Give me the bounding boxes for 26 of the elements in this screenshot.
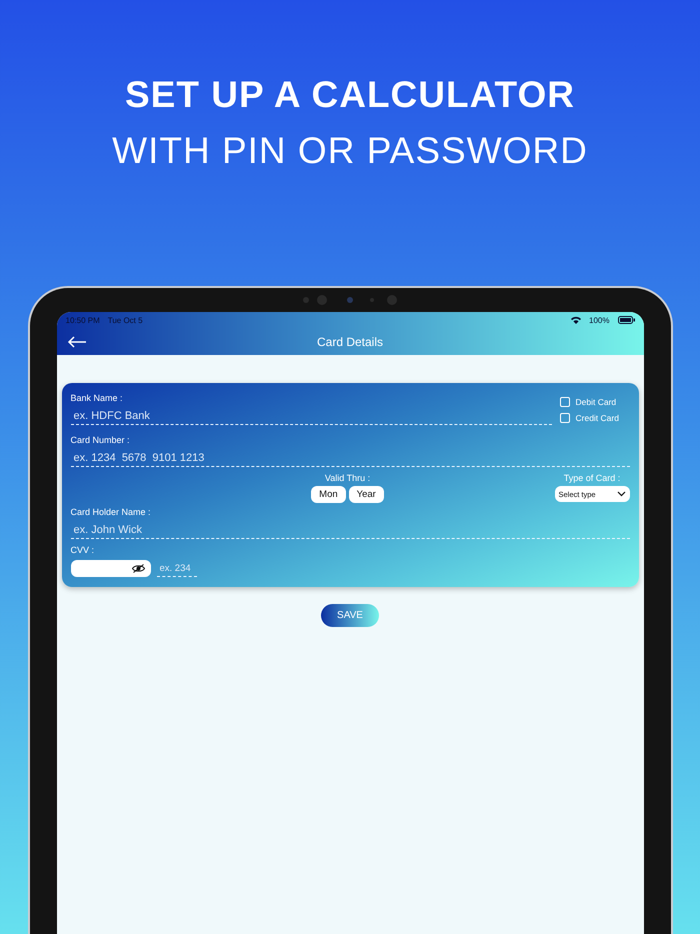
field-label: Card Number : [70, 435, 131, 445]
input-field[interactable]: ex. HDFC Bank [70, 408, 552, 425]
headline: SET UP A CALCULATOR [125, 74, 575, 116]
battery-percent: 100% [589, 316, 610, 324]
status-time: 10:50 PM [66, 316, 100, 324]
camera-icon [300, 294, 400, 306]
date-picker-button[interactable]: Year [348, 486, 384, 503]
eye-icon[interactable] [132, 564, 144, 573]
field-label: Card Holder Name : [70, 507, 152, 517]
field-label: Type of Card : [564, 473, 620, 483]
field-label: Valid Thru : [324, 473, 370, 483]
subheadline: WITH PIN OR PASSWORD [112, 130, 588, 172]
status-date: Tue Oct 5 [108, 316, 143, 324]
battery-icon [618, 316, 634, 324]
input-field[interactable]: ex. 234 [156, 561, 196, 577]
cvv-field[interactable] [70, 560, 150, 577]
date-picker-button[interactable]: Mon [311, 486, 346, 503]
back-button[interactable] [66, 336, 86, 348]
field-label: Bank Name : [70, 393, 124, 403]
screen-title: Card Details [316, 334, 384, 348]
field-label: CVV : [70, 545, 96, 555]
save-button[interactable]: SAVE [321, 604, 379, 627]
chevron-down-icon [616, 491, 626, 497]
input-field[interactable]: ex. 1234 5678 9101 1213 [70, 450, 630, 467]
wifi-icon [571, 316, 582, 324]
input-field[interactable]: ex. John Wick [70, 522, 630, 539]
